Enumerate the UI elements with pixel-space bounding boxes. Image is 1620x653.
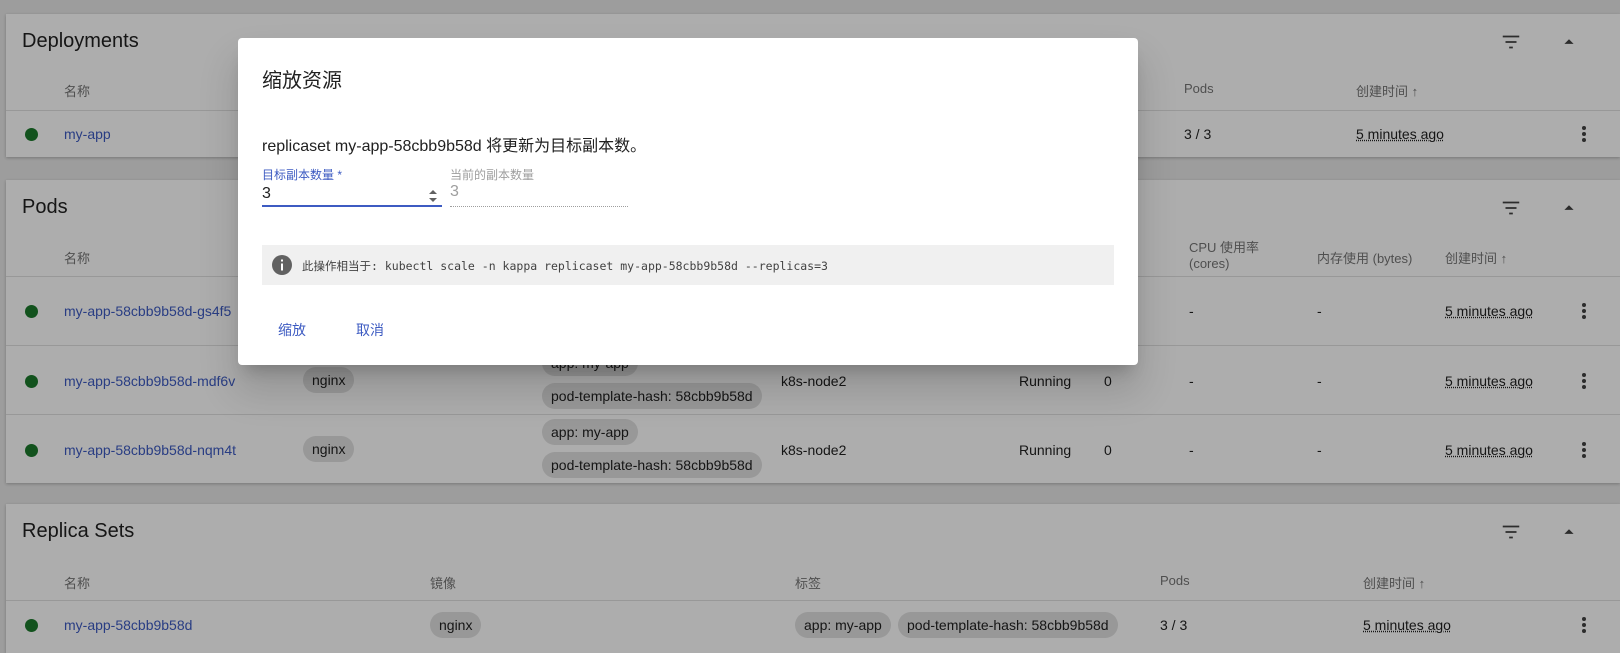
- scale-button[interactable]: 缩放: [278, 320, 306, 340]
- kubectl-command-text: 此操作相当于: kubectl scale -n kappa replicase…: [302, 259, 828, 273]
- target-replicas-input[interactable]: [262, 183, 442, 207]
- scale-resource-dialog: 缩放资源 replicaset my-app-58cbb9b58d 将更新为目标…: [238, 38, 1138, 365]
- target-replicas-label: 目标副本数量 *: [262, 168, 343, 182]
- current-replicas-label: 当前的副本数量: [450, 168, 535, 182]
- info-icon: [272, 255, 292, 275]
- kubectl-info-box: 此操作相当于: kubectl scale -n kappa replicase…: [262, 245, 1114, 285]
- current-replicas-field: 3: [450, 183, 628, 207]
- dialog-description: replicaset my-app-58cbb9b58d 将更新为目标副本数。: [262, 138, 647, 155]
- cancel-button[interactable]: 取消: [356, 320, 384, 340]
- dialog-title: 缩放资源: [262, 70, 342, 92]
- number-spinner-icon[interactable]: [428, 188, 438, 204]
